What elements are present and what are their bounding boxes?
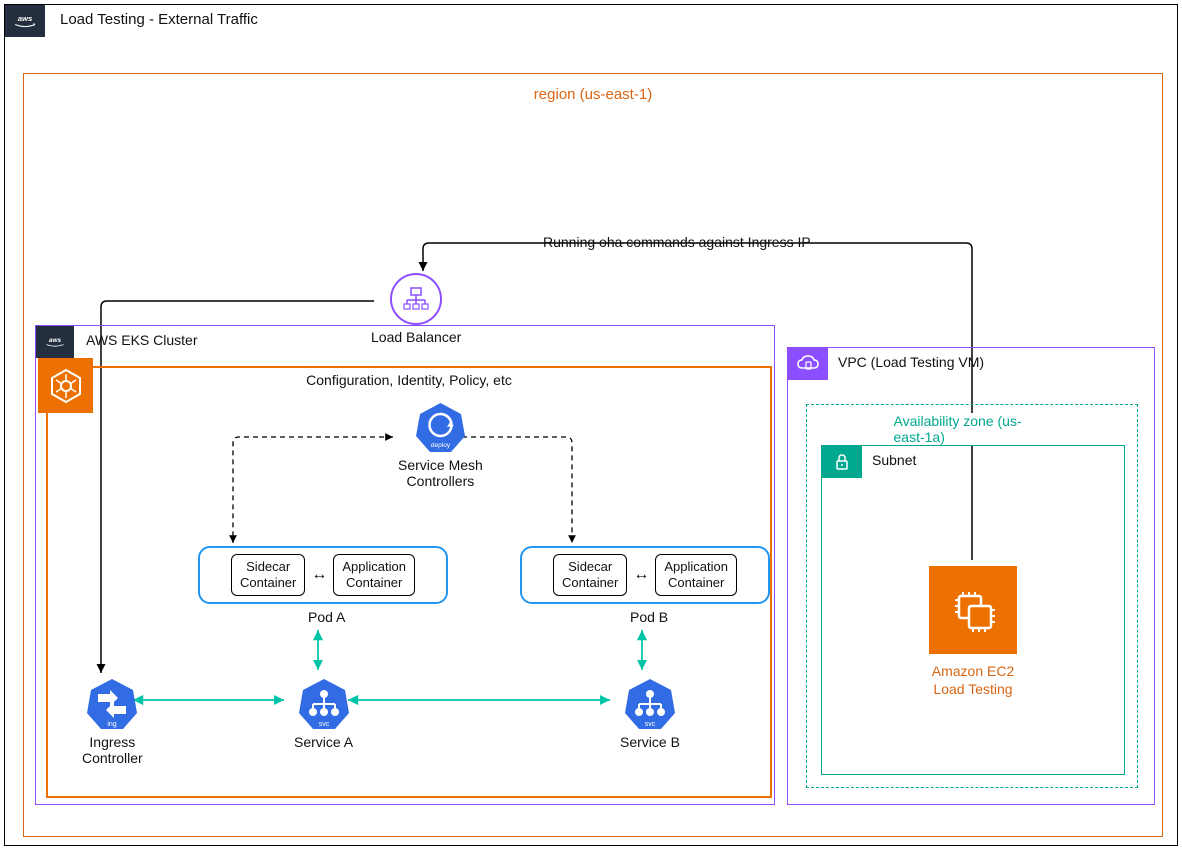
svg-text:ing: ing — [108, 721, 117, 728]
mesh-label: Service Mesh Controllers — [398, 457, 483, 489]
service-icon: svc — [622, 676, 678, 732]
lock-icon — [832, 452, 852, 472]
mesh-controller: deploy Service Mesh Controllers — [398, 400, 483, 489]
service-a: svc Service A — [294, 676, 353, 750]
eks-inner: Configuration, Identity, Policy, etc dep… — [46, 366, 772, 798]
ingress-label: Ingress Controller — [82, 734, 143, 766]
pod-a: Sidecar Container ↔ Application Containe… — [198, 546, 448, 604]
pod-b-app: Application Container — [655, 554, 737, 595]
diagram-title: Load Testing - External Traffic — [60, 11, 258, 28]
aws-logo-icon: aws — [11, 11, 39, 31]
subnet-badge — [822, 446, 862, 478]
bidir-arrow-icon: ↔ — [633, 566, 649, 584]
oha-arrow-label: Running oha commands against Ingress IP — [543, 234, 811, 250]
pod-a-label: Pod A — [308, 609, 345, 625]
diagram-frame: aws Load Testing - External Traffic regi… — [4, 4, 1178, 846]
aws-badge-eks: aws — [36, 326, 74, 358]
mesh-deploy-icon: deploy — [413, 400, 468, 455]
eks-hex-icon — [38, 358, 93, 413]
pod-b-label: Pod B — [630, 609, 668, 625]
region-label: region (us-east-1) — [534, 86, 652, 103]
ec2-instance: Amazon EC2 Load Testing — [929, 566, 1017, 698]
svg-text:deploy: deploy — [431, 442, 451, 449]
service-b: svc Service B — [620, 676, 680, 750]
config-label: Configuration, Identity, Policy, etc — [306, 372, 512, 388]
ingress-icon: ing — [84, 676, 140, 732]
pod-a-app: Application Container — [333, 554, 415, 595]
vpc-load-testing: VPC (Load Testing VM) Availability zone … — [787, 347, 1155, 805]
subnet-label: Subnet — [872, 452, 916, 468]
vpc-eks: aws AWS EKS Cluster Configuration, Ident… — [35, 325, 775, 805]
service-b-label: Service B — [620, 734, 680, 750]
availability-zone: Availability zone (us-east-1a) Subnet — [806, 404, 1138, 788]
pod-b: Sidecar Container ↔ Application Containe… — [520, 546, 770, 604]
aws-logo-badge: aws — [5, 5, 45, 37]
pod-b-sidecar: Sidecar Container — [553, 554, 627, 595]
eks-label: AWS EKS Cluster — [86, 332, 198, 348]
subnet: Subnet — [821, 445, 1125, 775]
ingress-controller: ing Ingress Controller — [82, 676, 143, 766]
service-a-label: Service A — [294, 734, 353, 750]
svg-text:svc: svc — [318, 721, 329, 728]
vpc-cloud-icon — [796, 354, 820, 374]
bidir-arrow-icon: ↔ — [311, 566, 327, 584]
svg-text:aws: aws — [18, 14, 33, 23]
aws-logo-icon: aws — [42, 333, 68, 351]
service-icon: svc — [296, 676, 352, 732]
load-balancer-icon — [390, 273, 442, 325]
ec2-icon — [929, 566, 1017, 654]
svg-text:svc: svc — [645, 721, 656, 728]
pod-a-sidecar: Sidecar Container — [231, 554, 305, 595]
svg-text:aws: aws — [49, 337, 62, 344]
vpc-badge — [788, 348, 828, 380]
ec2-label: Amazon EC2 Load Testing — [929, 662, 1017, 698]
az-label: Availability zone (us-east-1a) — [890, 413, 1055, 445]
vpc-lt-label: VPC (Load Testing VM) — [838, 354, 984, 370]
